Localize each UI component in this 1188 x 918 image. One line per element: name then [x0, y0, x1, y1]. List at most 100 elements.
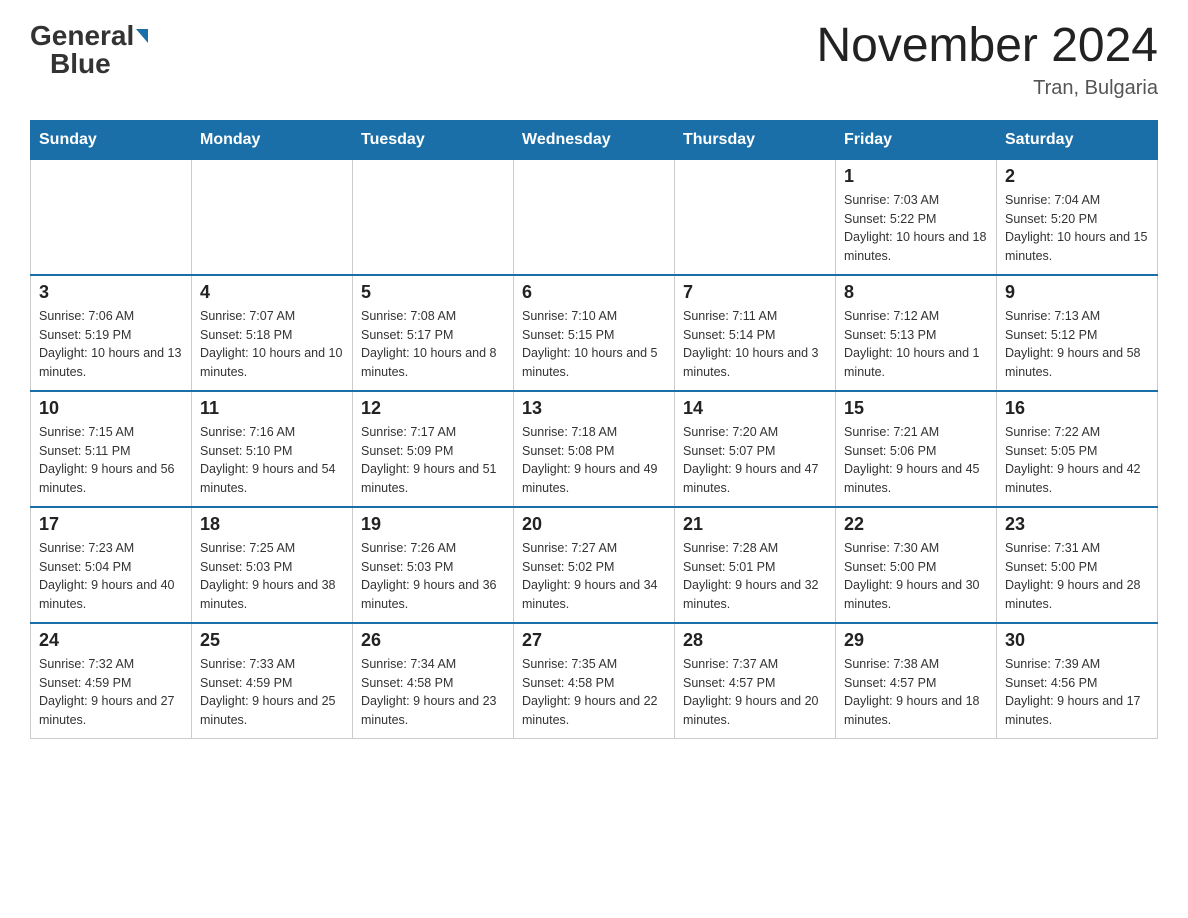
day-number: 11 [200, 398, 344, 419]
day-cell: 29 Sunrise: 7:38 AMSunset: 4:57 PMDayligh… [836, 623, 997, 739]
day-cell: 16Sunrise: 7:22 AMSunset: 5:05 PMDayligh… [997, 391, 1158, 507]
page-header: General Blue November 2024 Tran, Bulgari… [30, 20, 1158, 100]
day-cell: 25 Sunrise: 7:33 AMSunset: 4:59 PMDayligh… [192, 623, 353, 739]
day-info: Sunrise: 7:23 AMSunset: 5:04 PMDaylight:… [39, 539, 183, 614]
day-info: Sunrise: 7:25 AMSunset: 5:03 PMDaylight:… [200, 539, 344, 614]
day-number: 14 [683, 398, 827, 419]
col-friday: Friday [836, 120, 997, 159]
day-cell: 4 Sunrise: 7:07 AMSunset: 5:18 PMDaylight… [192, 275, 353, 391]
week-row-1: 1 Sunrise: 7:03 AMSunset: 5:22 PMDaylight… [31, 159, 1158, 275]
day-cell: 10 Sunrise: 7:15 AMSunset: 5:11 PMDayligh… [31, 391, 192, 507]
day-number: 27 [522, 630, 666, 651]
day-info: Sunrise: 7:13 AMSunset: 5:12 PMDaylight:… [1005, 307, 1149, 382]
day-cell: 8Sunrise: 7:12 AMSunset: 5:13 PMDaylight… [836, 275, 997, 391]
day-number: 19 [361, 514, 505, 535]
day-info: Sunrise: 7:38 AMSunset: 4:57 PMDaylight:… [844, 655, 988, 730]
day-info: Sunrise: 7:06 AMSunset: 5:19 PMDaylight:… [39, 307, 183, 382]
day-number: 4 [200, 282, 344, 303]
col-thursday: Thursday [675, 120, 836, 159]
day-cell: 18 Sunrise: 7:25 AMSunset: 5:03 PMDayligh… [192, 507, 353, 623]
day-number: 5 [361, 282, 505, 303]
day-number: 28 [683, 630, 827, 651]
day-info: Sunrise: 7:03 AMSunset: 5:22 PMDaylight:… [844, 191, 988, 266]
day-number: 2 [1005, 166, 1149, 187]
day-number: 12 [361, 398, 505, 419]
day-number: 3 [39, 282, 183, 303]
title-section: November 2024 Tran, Bulgaria [816, 20, 1158, 100]
day-number: 13 [522, 398, 666, 419]
day-info: Sunrise: 7:21 AMSunset: 5:06 PMDaylight:… [844, 423, 988, 498]
day-cell: 23Sunrise: 7:31 AMSunset: 5:00 PMDayligh… [997, 507, 1158, 623]
day-info: Sunrise: 7:12 AMSunset: 5:13 PMDaylight:… [844, 307, 988, 382]
day-cell: 11Sunrise: 7:16 AMSunset: 5:10 PMDayligh… [192, 391, 353, 507]
day-info: Sunrise: 7:04 AMSunset: 5:20 PMDaylight:… [1005, 191, 1149, 266]
col-saturday: Saturday [997, 120, 1158, 159]
day-info: Sunrise: 7:30 AMSunset: 5:00 PMDaylight:… [844, 539, 988, 614]
day-info: Sunrise: 7:32 AMSunset: 4:59 PMDaylight:… [39, 655, 183, 730]
day-number: 20 [522, 514, 666, 535]
week-row-4: 17 Sunrise: 7:23 AMSunset: 5:04 PMDayligh… [31, 507, 1158, 623]
day-cell: 27 Sunrise: 7:35 AMSunset: 4:58 PMDayligh… [514, 623, 675, 739]
day-info: Sunrise: 7:26 AMSunset: 5:03 PMDaylight:… [361, 539, 505, 614]
day-cell [31, 159, 192, 275]
day-number: 6 [522, 282, 666, 303]
day-cell: 15 Sunrise: 7:21 AMSunset: 5:06 PMDayligh… [836, 391, 997, 507]
day-number: 24 [39, 630, 183, 651]
day-cell: 24 Sunrise: 7:32 AMSunset: 4:59 PMDayligh… [31, 623, 192, 739]
day-info: Sunrise: 7:18 AMSunset: 5:08 PMDaylight:… [522, 423, 666, 498]
day-cell: 9 Sunrise: 7:13 AMSunset: 5:12 PMDaylight… [997, 275, 1158, 391]
day-number: 21 [683, 514, 827, 535]
day-number: 17 [39, 514, 183, 535]
day-info: Sunrise: 7:35 AMSunset: 4:58 PMDaylight:… [522, 655, 666, 730]
day-info: Sunrise: 7:10 AMSunset: 5:15 PMDaylight:… [522, 307, 666, 382]
day-cell [192, 159, 353, 275]
col-sunday: Sunday [31, 120, 192, 159]
day-cell: 2 Sunrise: 7:04 AMSunset: 5:20 PMDaylight… [997, 159, 1158, 275]
day-cell [514, 159, 675, 275]
day-number: 16 [1005, 398, 1149, 419]
day-info: Sunrise: 7:37 AMSunset: 4:57 PMDaylight:… [683, 655, 827, 730]
day-number: 15 [844, 398, 988, 419]
day-cell: 22Sunrise: 7:30 AMSunset: 5:00 PMDayligh… [836, 507, 997, 623]
calendar-table: Sunday Monday Tuesday Wednesday Thursday… [30, 120, 1158, 739]
day-cell: 5 Sunrise: 7:08 AMSunset: 5:17 PMDaylight… [353, 275, 514, 391]
days-header-row: Sunday Monday Tuesday Wednesday Thursday… [31, 120, 1158, 159]
logo-blue-text: Blue [50, 48, 111, 80]
day-number: 29 [844, 630, 988, 651]
day-cell [675, 159, 836, 275]
day-number: 18 [200, 514, 344, 535]
day-cell: 3 Sunrise: 7:06 AMSunset: 5:19 PMDaylight… [31, 275, 192, 391]
day-cell: 12Sunrise: 7:17 AMSunset: 5:09 PMDayligh… [353, 391, 514, 507]
day-number: 30 [1005, 630, 1149, 651]
day-cell: 21Sunrise: 7:28 AMSunset: 5:01 PMDayligh… [675, 507, 836, 623]
day-info: Sunrise: 7:15 AMSunset: 5:11 PMDaylight:… [39, 423, 183, 498]
col-monday: Monday [192, 120, 353, 159]
day-cell: 14Sunrise: 7:20 AMSunset: 5:07 PMDayligh… [675, 391, 836, 507]
day-info: Sunrise: 7:33 AMSunset: 4:59 PMDaylight:… [200, 655, 344, 730]
day-info: Sunrise: 7:39 AMSunset: 4:56 PMDaylight:… [1005, 655, 1149, 730]
day-cell: 17 Sunrise: 7:23 AMSunset: 5:04 PMDayligh… [31, 507, 192, 623]
location-text: Tran, Bulgaria [816, 77, 1158, 100]
day-cell: 19 Sunrise: 7:26 AMSunset: 5:03 PMDayligh… [353, 507, 514, 623]
day-info: Sunrise: 7:27 AMSunset: 5:02 PMDaylight:… [522, 539, 666, 614]
day-cell: 26 Sunrise: 7:34 AMSunset: 4:58 PMDayligh… [353, 623, 514, 739]
week-row-5: 24 Sunrise: 7:32 AMSunset: 4:59 PMDayligh… [31, 623, 1158, 739]
day-cell: 30 Sunrise: 7:39 AMSunset: 4:56 PMDayligh… [997, 623, 1158, 739]
day-info: Sunrise: 7:08 AMSunset: 5:17 PMDaylight:… [361, 307, 505, 382]
day-number: 23 [1005, 514, 1149, 535]
day-number: 7 [683, 282, 827, 303]
day-number: 1 [844, 166, 988, 187]
day-cell: 28 Sunrise: 7:37 AMSunset: 4:57 PMDayligh… [675, 623, 836, 739]
col-wednesday: Wednesday [514, 120, 675, 159]
day-cell: 6 Sunrise: 7:10 AMSunset: 5:15 PMDaylight… [514, 275, 675, 391]
day-number: 26 [361, 630, 505, 651]
day-info: Sunrise: 7:34 AMSunset: 4:58 PMDaylight:… [361, 655, 505, 730]
logo-arrow-icon [136, 29, 148, 43]
day-number: 10 [39, 398, 183, 419]
day-number: 25 [200, 630, 344, 651]
day-number: 9 [1005, 282, 1149, 303]
day-cell: 20 Sunrise: 7:27 AMSunset: 5:02 PMDayligh… [514, 507, 675, 623]
day-info: Sunrise: 7:11 AMSunset: 5:14 PMDaylight:… [683, 307, 827, 382]
day-info: Sunrise: 7:07 AMSunset: 5:18 PMDaylight:… [200, 307, 344, 382]
col-tuesday: Tuesday [353, 120, 514, 159]
